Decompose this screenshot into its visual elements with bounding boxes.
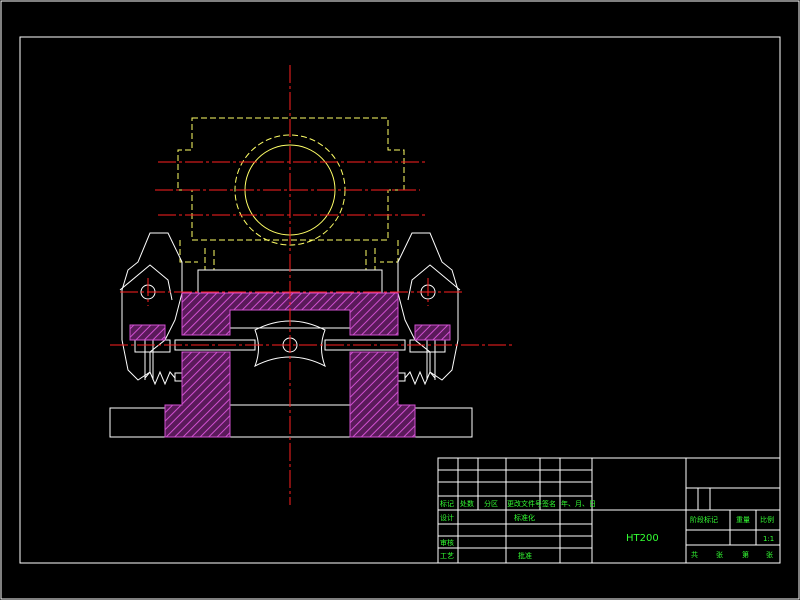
material-label: HT200 (626, 533, 659, 544)
label-stage-mark: 阶段标记 (690, 515, 718, 524)
label-process: 工艺 (440, 552, 454, 560)
hidden-housing (177, 117, 405, 270)
label-sheet-2: 张 (766, 550, 773, 559)
scale-value: 1:1 (763, 535, 774, 543)
label-sheet-1: 张 (716, 550, 723, 559)
label-zone: 分区 (484, 499, 498, 508)
label-scale: 比例 (760, 515, 774, 524)
label-doc-no: 更改文件号 (507, 499, 542, 508)
label-total: 共 (691, 550, 698, 559)
title-block: 标记 处数 分区 更改文件号 签名 年、月、日 设计 标准化 审核 工艺 批准 … (437, 457, 781, 564)
label-review: 审核 (440, 538, 454, 547)
label-approve: 批准 (518, 551, 532, 560)
label-standard: 标准化 (514, 513, 535, 522)
cad-drawing-canvas: 标记 处数 分区 更改文件号 签名 年、月、日 设计 标准化 审核 工艺 批准 … (0, 0, 800, 600)
label-page: 第 (742, 550, 749, 559)
label-weight: 重量 (736, 516, 750, 524)
label-sign: 签名 (542, 499, 556, 508)
label-date: 年、月、日 (561, 499, 596, 508)
label-mark: 标记 (440, 499, 454, 508)
fixture-drawing (109, 65, 515, 505)
label-count: 处数 (460, 499, 474, 508)
label-design: 设计 (440, 513, 454, 522)
